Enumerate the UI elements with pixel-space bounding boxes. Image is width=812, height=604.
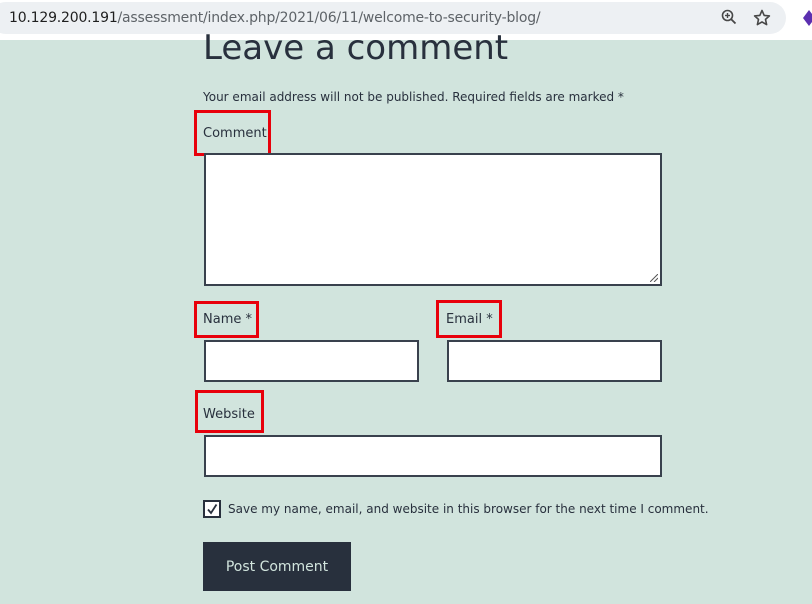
cookies-consent-checkbox[interactable] bbox=[203, 500, 221, 518]
checkmark-icon bbox=[207, 504, 218, 515]
extension-icon[interactable] bbox=[802, 9, 812, 27]
name-label: Name * bbox=[203, 312, 252, 327]
page-title: Leave a comment bbox=[203, 28, 509, 68]
cookies-consent-label[interactable]: Save my name, email, and website in this… bbox=[228, 501, 709, 517]
resize-handle-icon[interactable] bbox=[650, 274, 658, 282]
url-host: 10.129.200.191 bbox=[9, 10, 118, 26]
name-field[interactable] bbox=[204, 340, 419, 382]
star-icon[interactable] bbox=[753, 9, 771, 27]
email-field[interactable] bbox=[447, 340, 662, 382]
comment-label: Comment bbox=[203, 126, 267, 141]
url-text[interactable]: 10.129.200.191/assessment/index.php/2021… bbox=[9, 10, 541, 26]
website-field[interactable] bbox=[204, 435, 662, 477]
comment-textarea[interactable] bbox=[204, 153, 662, 286]
url-path: /assessment/index.php/2021/06/11/welcome… bbox=[117, 10, 541, 26]
post-comment-button[interactable]: Post Comment bbox=[203, 542, 351, 591]
comment-notes: Your email address will not be published… bbox=[203, 90, 624, 104]
website-label: Website bbox=[203, 407, 255, 422]
email-label: Email * bbox=[446, 312, 493, 327]
zoom-in-icon[interactable] bbox=[721, 9, 737, 25]
